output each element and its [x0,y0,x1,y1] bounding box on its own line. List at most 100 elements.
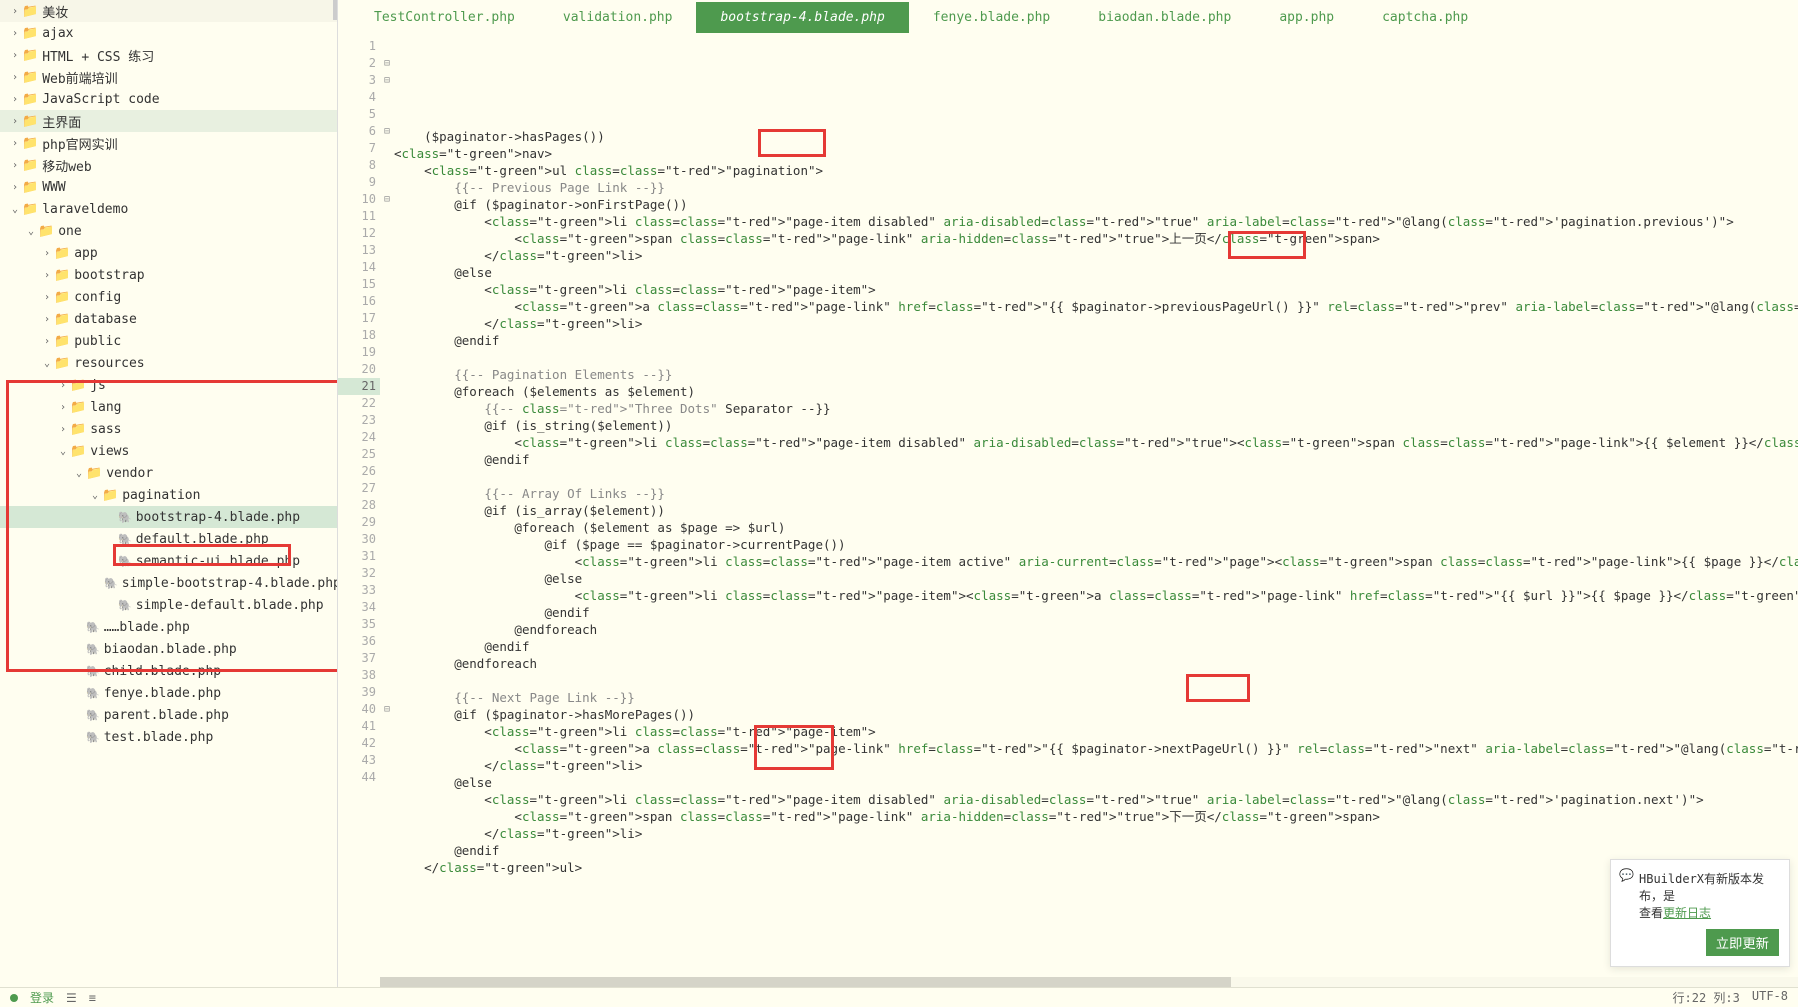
tree-item-label: app [74,246,97,261]
tree-item-config[interactable]: ›📁config [0,286,337,308]
php-file-icon: 🐘 [86,731,100,744]
status-dot-icon [10,994,18,1002]
editor-pane: TestController.phpvalidation.phpbootstra… [338,0,1798,987]
chevron-icon: ⌄ [8,204,22,215]
tree-item-label: laraveldemo [42,202,128,217]
tab-validation-php[interactable]: validation.php [539,2,697,33]
tree-item-database[interactable]: ›📁database [0,308,337,330]
php-file-icon: 🐘 [86,643,100,656]
tree-item-vendor[interactable]: ⌄📁vendor [0,462,337,484]
chevron-icon: › [40,270,54,281]
fold-column: ⊟⊟⊟⊟⊟ [380,34,394,987]
chevron-icon: › [40,336,54,347]
tree-item-laraveldemo[interactable]: ⌄📁laraveldemo [0,198,337,220]
folder-icon: 📁 [22,136,38,151]
tree-item-label: default.blade.php [136,532,269,547]
update-now-button[interactable]: 立即更新 [1706,929,1779,956]
tree-item-test-blade-php[interactable]: 🐘 test.blade.php [0,726,337,748]
tree-item-label: ajax [42,26,73,41]
tree-item-default-blade-php[interactable]: 🐘default.blade.php [0,528,337,550]
notification-text2: 查看 [1639,906,1663,920]
tree-item-app[interactable]: ›📁app [0,242,337,264]
php-file-icon: 🐘 [86,709,100,722]
tree-item-label: one [58,224,81,239]
tree-item-label: bootstrap [74,268,144,283]
chevron-icon: › [8,6,22,17]
tree-item-child-blade-php[interactable]: 🐘child.blade.php [0,660,337,682]
sidebar-resize-handle[interactable] [333,0,337,20]
balloon-icon: 💬 [1619,868,1634,882]
tab-app-php[interactable]: app.php [1255,2,1358,33]
php-file-icon: 🐘 [86,687,100,700]
tree-item-label: Web前端培训 [42,68,117,87]
chevron-icon: › [56,402,70,413]
tree-item---[interactable]: ›📁 美妆 [0,0,337,22]
php-file-icon: 🐘 [118,555,132,568]
tree-item-label: test.blade.php [104,730,214,745]
tree-item-label: biaodan.blade.php [104,642,237,657]
status-icon-1[interactable]: ☰ [66,991,77,1005]
tree-item-simple-bootstrap-4-blade-php[interactable]: 🐘simple-bootstrap-4.blade.php [0,572,337,594]
folder-icon: 📁 [22,114,38,129]
changelog-link[interactable]: 更新日志 [1663,906,1711,920]
folder-icon: 📁 [70,378,86,393]
chevron-icon: ⌄ [24,226,38,237]
tree-item-biaodan-blade-php[interactable]: 🐘 biaodan.blade.php [0,638,337,660]
tree-item-label: semantic-ui.blade.php [136,554,300,569]
tree-item-bootstrap[interactable]: ›📁 bootstrap [0,264,337,286]
tree-item-views[interactable]: ⌄📁views [0,440,337,462]
chevron-icon: › [40,292,54,303]
status-icon-2[interactable]: ≡ [89,991,96,1005]
tree-item-bootstrap-4-blade-php[interactable]: 🐘bootstrap-4.blade.php [0,506,337,528]
tree-item-pagination[interactable]: ⌄📁pagination [0,484,337,506]
tree-item----[interactable]: ›📁主界面 [0,110,337,132]
tree-item-label: php官网实训 [42,134,117,153]
tree-item-WWW[interactable]: ›📁WWW [0,176,337,198]
tab-biaodan-blade-php[interactable]: biaodan.blade.php [1074,2,1255,33]
tree-item-js[interactable]: ›📁js [0,374,337,396]
tree-item-resources[interactable]: ⌄📁resources [0,352,337,374]
tab-TestController-php[interactable]: TestController.php [350,2,539,33]
tree-item---web[interactable]: ›📁移动web [0,154,337,176]
tree-item-label: config [74,290,121,305]
tree-item-label: 美妆 [42,2,68,21]
tree-item---blade-php[interactable]: 🐘……blade.php [0,616,337,638]
code-content[interactable]: ($paginator->hasPages())<class="t-green"… [394,34,1798,987]
horizontal-scrollbar[interactable] [380,977,1798,987]
tab-captcha-php[interactable]: captcha.php [1358,2,1492,33]
tree-item-one[interactable]: ⌄📁one [0,220,337,242]
tree-item-ajax[interactable]: ›📁ajax [0,22,337,44]
tree-item-php----[interactable]: ›📁 php官网实训 [0,132,337,154]
tree-item-semantic-ui-blade-php[interactable]: 🐘 semantic-ui.blade.php [0,550,337,572]
folder-icon: 📁 [22,4,38,19]
chevron-icon: › [40,248,54,259]
tree-item-label: ……blade.php [104,620,190,635]
tree-item-Web----[interactable]: ›📁Web前端培训 [0,66,337,88]
notification-text: HBuilderX有新版本发布，是 [1639,872,1764,903]
php-file-icon: 🐘 [118,599,132,612]
tab-fenye-blade-php[interactable]: fenye.blade.php [909,2,1074,33]
tree-item-fenye-blade-php[interactable]: 🐘fenye.blade.php [0,682,337,704]
tree-item-HTML---CSS---[interactable]: ›📁HTML + CSS 练习 [0,44,337,66]
login-link[interactable]: 登录 [30,989,54,1006]
line-gutter: 1234567891011121314151617181920212223242… [338,34,380,987]
php-file-icon: 🐘 [104,577,118,590]
folder-icon: 📁 [102,488,118,503]
tree-item-simple-default-blade-php[interactable]: 🐘simple-default.blade.php [0,594,337,616]
tree-item-label: public [74,334,121,349]
folder-icon: 📁 [22,92,38,107]
tree-item-public[interactable]: ›📁public [0,330,337,352]
folder-icon: 📁 [70,422,86,437]
tree-item-lang[interactable]: ›📁lang [0,396,337,418]
tree-item-JavaScript-code[interactable]: ›📁JavaScript code [0,88,337,110]
tree-item-label: WWW [42,180,65,195]
tree-item-label: JavaScript code [42,92,159,107]
tree-item-parent-blade-php[interactable]: 🐘parent.blade.php [0,704,337,726]
tab-bootstrap-4-blade-php[interactable]: bootstrap-4.blade.php [696,2,908,33]
folder-icon: 📁 [54,268,70,283]
status-bar: 登录 ☰ ≡ 行:22 列:3 UTF-8 [0,987,1798,1007]
tree-item-label: child.blade.php [104,664,221,679]
chevron-icon: › [8,138,22,149]
encoding-label[interactable]: UTF-8 [1752,989,1788,1006]
tree-item-sass[interactable]: ›📁sass [0,418,337,440]
